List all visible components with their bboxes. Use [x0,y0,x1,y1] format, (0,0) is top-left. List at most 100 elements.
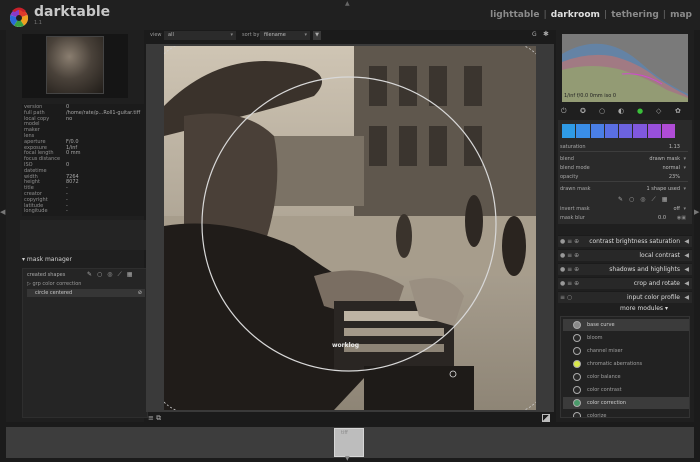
histogram[interactable]: 1/inf f/0.0 0mm iso 0 [562,34,688,102]
filmstrip-thumbnail[interactable]: tiff [334,428,364,457]
module-icon [573,399,581,407]
expand-icon: ◀ [684,266,689,273]
invert-mask-select[interactable]: invert mask off ▾ [560,206,688,213]
brush-icon[interactable]: ⟋ [652,196,662,203]
app-version: 1.1 [34,20,42,26]
photo-preview[interactable]: worklog [164,46,536,410]
photo-artwork [164,46,536,410]
dropdown-icon: ▾ [664,305,668,312]
more-module-item[interactable]: color contrast [563,384,689,396]
tone-group-icon[interactable]: ◐ [618,107,624,115]
hue-swatch[interactable] [576,124,591,138]
pen-icon[interactable]: ✎ [618,196,629,203]
basic-group-icon[interactable]: ○ [599,107,605,115]
module-row[interactable]: ● ≡ ⊕ local contrast ◀ [558,249,692,261]
mask-group-item[interactable]: ▷ grp color correction [27,281,81,287]
more-modules-header[interactable]: more modules ▾ [620,305,668,312]
mask-shape-item[interactable]: circle centered ⊘ [27,289,145,297]
mask-blur-slider[interactable]: mask blur 0.0 ◉▣ [560,215,688,222]
hue-swatch[interactable] [633,124,648,138]
gradient-icon[interactable]: ▦ [127,271,138,278]
top-panel-toggle-icon[interactable]: ▲ [345,0,350,7]
more-module-item[interactable]: color balance [563,371,689,383]
circle-shape-icon[interactable]: ○ [629,196,640,203]
module-row[interactable]: ● ≡ ⊕ contrast brightness saturation ◀ [558,235,692,247]
app-title: darktable [34,4,111,20]
show-mask-icon[interactable]: ◉▣ [677,215,686,222]
ellipse-shape-icon[interactable]: ◎ [640,196,651,203]
hue-swatch[interactable] [604,124,619,138]
image-canvas[interactable]: worklog [146,44,554,412]
hue-swatch[interactable] [647,124,662,138]
saturation-slider[interactable]: saturation 1.13 [560,144,688,152]
select-value: normal [662,165,680,171]
favorites-icon[interactable]: ✪ [580,107,586,115]
hue-swatch[interactable] [590,124,605,138]
drawn-mask-select[interactable]: drawn mask 1 shape used ▾ [560,186,688,193]
blend-mode-select[interactable]: blend mode normal ▾ [560,165,688,172]
opacity-slider[interactable]: opacity 23% [560,174,688,182]
left-panel-spacer [20,220,150,250]
sort-select[interactable]: filename ▾ [260,31,310,40]
navigation-thumbnail[interactable] [46,36,104,94]
module-toggle-icons[interactable]: ≡ ○ [560,292,572,304]
correct-group-icon[interactable]: ◇ [656,107,661,115]
module-row[interactable]: ≡ ○ input color profile ◀ [558,291,692,303]
dropdown-icon: ▾ [683,186,686,192]
sort-order-button[interactable]: ▼ [313,31,321,40]
power-icon[interactable]: ⏻ [561,107,567,116]
more-module-item[interactable]: chromatic aberrations [563,358,689,370]
view-darkroom[interactable]: darkroom [551,10,600,20]
module-row[interactable]: ● ≡ ⊕ crop and rotate ◀ [558,277,692,289]
left-panel-toggle-icon[interactable]: ◀ [0,208,5,216]
module-toggle-icons[interactable]: ● ≡ ⊕ [560,250,579,262]
effect-group-icon[interactable]: ✿ [675,107,681,115]
hue-swatch[interactable] [661,124,676,138]
module-toggle-icons[interactable]: ● ≡ ⊕ [560,236,579,248]
info-key: longitude [24,208,48,215]
color-assessment-icon[interactable] [542,414,550,422]
remove-shape-icon[interactable]: ⊘ [138,289,142,297]
menu-icon[interactable]: ≡ [148,414,154,422]
dropdown-icon: ▾ [230,32,233,38]
blend-select[interactable]: blend drawn mask ▾ [560,156,688,163]
gear-icon[interactable]: ✱ [543,30,549,38]
slider-value: 23% [668,174,680,180]
more-module-item[interactable]: bloom [563,332,689,344]
hue-swatches[interactable] [562,124,676,138]
module-toggle-icons[interactable]: ● ≡ ⊕ [560,278,579,290]
view-filter-select[interactable]: all ▾ [164,31,236,40]
view-filter-value: all [168,32,174,38]
more-module-label: color contrast [587,387,622,393]
bottom-panel-toggle-icon[interactable]: ▼ [345,455,350,462]
module-icon [573,334,581,342]
circle-shape-icon[interactable]: ○ [97,271,107,278]
more-module-item[interactable]: colorize [563,410,689,417]
module-name: contrast brightness saturation [589,238,680,245]
left-panel: ▭↕ version0full path/home/rate/p...Roll1… [6,30,150,440]
view-tethering[interactable]: tethering [611,10,659,20]
more-module-item[interactable]: base curve [563,319,689,331]
gradient-icon[interactable]: ▦ [662,196,674,203]
grouping-button[interactable]: G [532,31,537,38]
right-panel-toggle-icon[interactable]: ▶ [694,208,699,216]
module-toggle-icons[interactable]: ● ≡ ⊕ [560,264,579,276]
hue-swatch[interactable] [562,124,577,138]
mask-manager-header[interactable]: ▾ mask manager [22,256,148,266]
module-name: local contrast [639,252,680,259]
more-module-item[interactable]: color correction [563,397,689,409]
navigation-panel[interactable] [22,34,128,98]
hue-swatch[interactable] [619,124,634,138]
ellipse-shape-icon[interactable]: ◎ [107,271,117,278]
view-map[interactable]: map [670,10,692,20]
brush-icon[interactable]: ⟋ [118,271,127,278]
pen-icon[interactable]: ✎ [87,271,97,278]
color-group-icon[interactable]: ● [637,107,643,115]
bottom-left-tools: ≡ ⧉ [148,414,161,423]
more-module-item[interactable]: channel mixer [563,345,689,357]
export-icon[interactable]: ⧉ [156,414,161,422]
view-separator: | [603,10,608,20]
view-lighttable[interactable]: lighttable [490,10,539,20]
module-row[interactable]: ● ≡ ⊕ shadows and highlights ◀ [558,263,692,275]
expand-icon: ◀ [684,238,689,245]
